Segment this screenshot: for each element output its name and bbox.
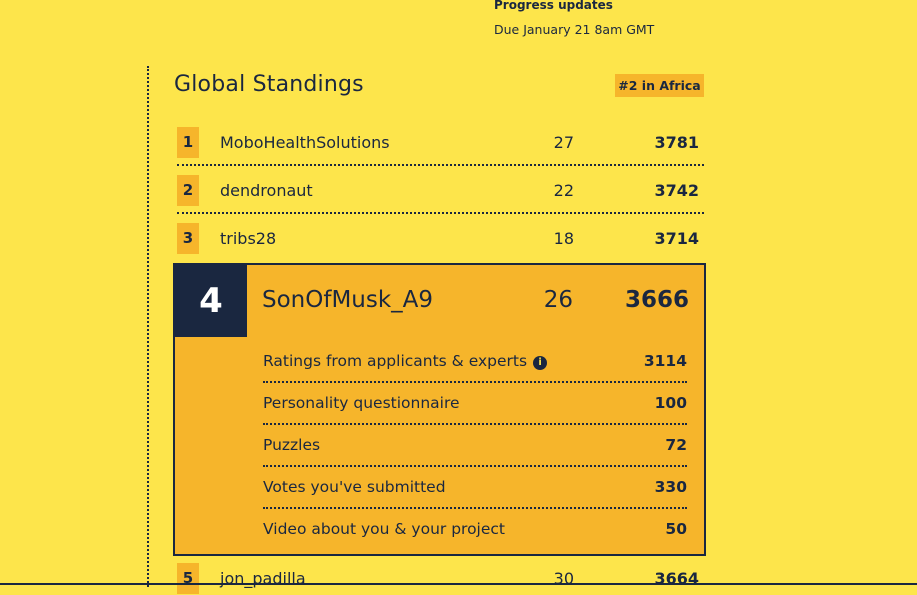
breakdown-value: 330 <box>654 478 687 496</box>
team-score: 3714 <box>654 229 699 248</box>
team-name: tribs28 <box>220 229 277 248</box>
breakdown-row-puzzles: Puzzles 72 <box>263 432 687 474</box>
breakdown-row-personality: Personality questionnaire 100 <box>263 390 687 432</box>
team-score: 3742 <box>654 181 699 200</box>
breakdown-row-ratings: Ratings from applicants & experts i 3114 <box>263 348 687 390</box>
region-rank-badge: #2 in Africa <box>615 74 704 97</box>
rank-number: 2 <box>177 175 199 206</box>
team-name: jon_padilla <box>220 569 306 588</box>
timeline-divider <box>147 66 149 587</box>
breakdown-value: 3114 <box>643 352 687 370</box>
current-team-name: SonOfMusk_A9 <box>262 287 434 313</box>
standings-row[interactable]: 2 dendronaut 22 3742 <box>177 175 704 214</box>
page-title: Global Standings <box>174 72 364 97</box>
standings-row[interactable]: 3 tribs28 18 3714 <box>177 223 704 255</box>
current-rank-number: 4 <box>175 265 247 337</box>
rank-number: 3 <box>177 223 199 254</box>
viewport-edge-line <box>0 583 917 585</box>
standings-row[interactable]: 5 jon_padilla 30 3664 <box>177 563 704 595</box>
breakdown-label: Video about you & your project <box>263 520 505 538</box>
breakdown-label: Votes you've submitted <box>263 478 446 496</box>
progress-due-date: Due January 21 8am GMT <box>494 22 655 37</box>
team-count: 22 <box>553 181 574 200</box>
breakdown-label: Personality questionnaire <box>263 394 460 412</box>
team-score: 3664 <box>654 569 699 588</box>
current-team-count: 26 <box>543 287 573 313</box>
row-divider <box>177 212 704 214</box>
rank-number: 5 <box>177 563 199 594</box>
breakdown-value: 72 <box>665 436 687 454</box>
row-divider <box>263 423 687 425</box>
row-divider <box>263 381 687 383</box>
breakdown-row-video: Video about you & your project 50 <box>263 516 687 558</box>
breakdown-value: 100 <box>654 394 687 412</box>
team-count: 30 <box>553 569 574 588</box>
row-divider <box>263 507 687 509</box>
row-divider <box>177 164 704 166</box>
score-breakdown: Ratings from applicants & experts i 3114 … <box>263 348 687 558</box>
info-icon[interactable]: i <box>533 356 548 370</box>
team-count: 27 <box>553 133 574 152</box>
breakdown-label: Puzzles <box>263 436 321 454</box>
team-score: 3781 <box>654 133 699 152</box>
rank-number: 1 <box>177 127 199 158</box>
team-name: dendronaut <box>220 181 313 200</box>
breakdown-value: 50 <box>665 520 687 538</box>
row-divider <box>263 465 687 467</box>
progress-title: Progress updates <box>494 0 613 12</box>
standings-row[interactable]: 1 MoboHealthSolutions 27 3781 <box>177 127 704 166</box>
team-name: MoboHealthSolutions <box>220 133 390 152</box>
breakdown-label: Ratings from applicants & experts <box>263 352 528 370</box>
breakdown-row-votes: Votes you've submitted 330 <box>263 474 687 516</box>
current-team-card[interactable]: 4 SonOfMusk_A9 26 3666 Ratings from appl… <box>173 263 706 556</box>
current-team-score: 3666 <box>624 287 689 313</box>
team-count: 18 <box>553 229 574 248</box>
